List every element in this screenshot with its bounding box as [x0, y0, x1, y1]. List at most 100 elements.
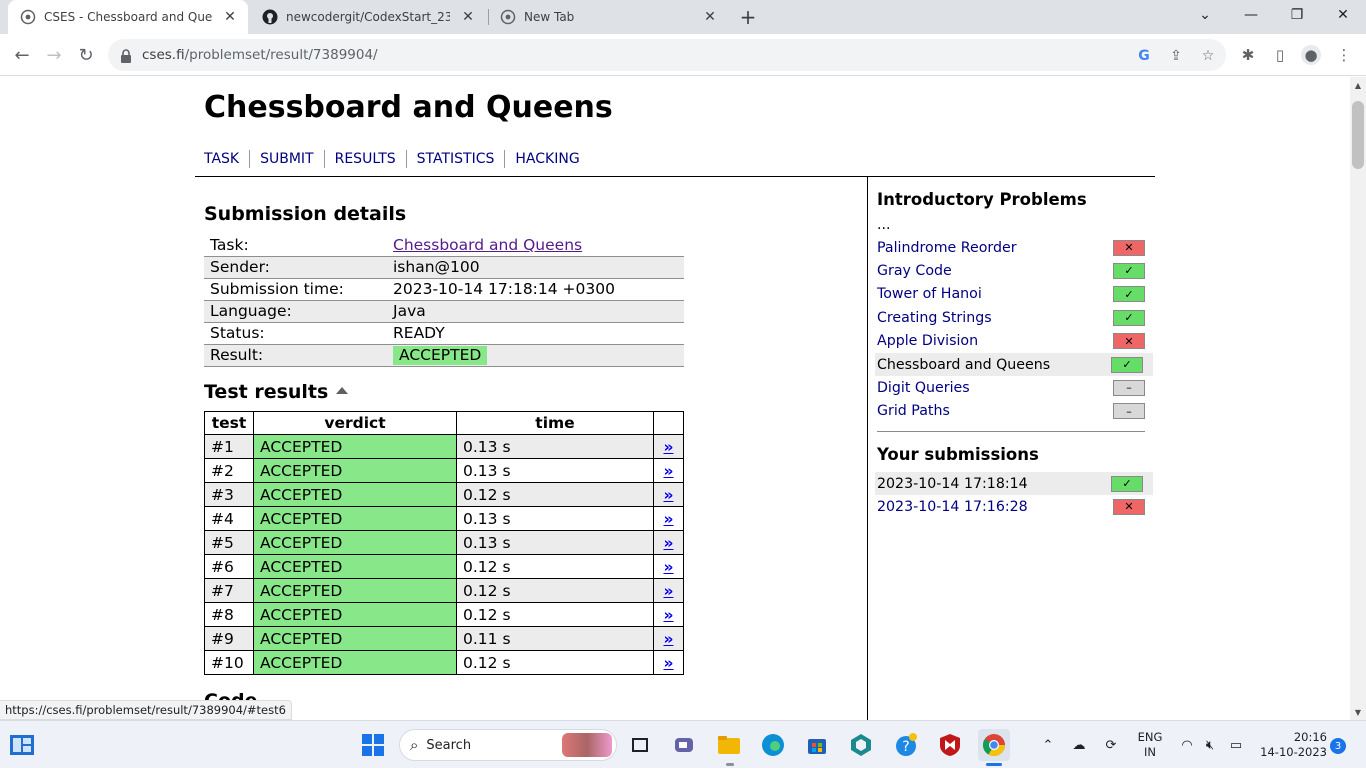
side-panel-icon[interactable]: ▯: [1270, 45, 1290, 65]
test-verdict: ACCEPTED: [253, 506, 457, 531]
reload-button[interactable]: ↻: [72, 41, 100, 69]
start-windows-icon[interactable]: [359, 731, 387, 759]
edge-icon[interactable]: [759, 731, 787, 759]
problem-name[interactable]: Palindrome Reorder: [877, 240, 1113, 256]
test-details-link[interactable]: »: [653, 650, 684, 675]
nav-statistics[interactable]: STATISTICS: [405, 150, 505, 168]
test-details-link[interactable]: »: [653, 554, 684, 579]
tab-cses[interactable]: CSES - Chessboard and Queens ✕: [8, 0, 248, 34]
sidebar-submission-item[interactable]: 2023-10-14 17:18:14 ✓: [875, 472, 1153, 495]
sidebar-problem-item[interactable]: Gray Code ✓: [877, 259, 1155, 282]
profile-avatar-icon[interactable]: ●: [1301, 45, 1321, 65]
dash-icon: –: [1113, 379, 1145, 396]
collapse-triangle-icon[interactable]: [336, 387, 349, 394]
system-clock[interactable]: 20:16 14-10-2023: [1255, 730, 1327, 760]
lang-line2: IN: [1144, 745, 1156, 759]
minimize-button[interactable]: —: [1228, 0, 1274, 30]
tab-close-icon[interactable]: ✕: [700, 7, 720, 27]
submission-time[interactable]: 2023-10-14 17:16:28: [877, 499, 1113, 515]
forward-button[interactable]: →: [40, 41, 68, 69]
sidebar-problem-item[interactable]: Chessboard and Queens ✓: [875, 353, 1153, 376]
test-details-link[interactable]: »: [653, 434, 684, 459]
sidebar-problem-item[interactable]: Creating Strings ✓: [877, 306, 1155, 329]
tab-newtab[interactable]: New Tab ✕: [488, 0, 728, 34]
test-details-link[interactable]: »: [653, 578, 684, 603]
page-scrollbar[interactable]: ▲ ▼: [1350, 77, 1366, 720]
tab-close-icon[interactable]: ✕: [458, 7, 478, 27]
tab-close-icon[interactable]: ✕: [220, 7, 240, 27]
bookmark-star-icon[interactable]: ☆: [1199, 47, 1217, 65]
sidebar-problem-item[interactable]: Palindrome Reorder ✕: [877, 236, 1155, 259]
extensions-puzzle-icon[interactable]: ✱: [1238, 45, 1258, 65]
nav-hacking[interactable]: HACKING: [504, 150, 589, 168]
nav-results[interactable]: RESULTS: [323, 150, 406, 168]
chrome-taskbar-icon[interactable]: [978, 729, 1010, 761]
test-details-link[interactable]: »: [653, 482, 684, 507]
tray-chevron-up-icon[interactable]: ⌃: [1037, 721, 1059, 769]
share-icon[interactable]: ⇪: [1167, 47, 1185, 65]
test-results-heading[interactable]: Test results: [204, 381, 349, 403]
test-details-link[interactable]: »: [653, 506, 684, 531]
test-number: #3: [204, 482, 254, 507]
scroll-thumb[interactable]: [1352, 101, 1364, 169]
sidebar-problem-item[interactable]: Grid Paths –: [877, 400, 1155, 423]
sidebar-problem-item[interactable]: Digit Queries –: [877, 376, 1155, 399]
tab-strip: CSES - Chessboard and Queens ✕ newcoderg…: [0, 0, 1366, 34]
teams-chat-icon[interactable]: [670, 731, 698, 759]
tab-github[interactable]: newcodergit/CodexStart_234101 ✕: [250, 0, 486, 34]
scroll-down-arrow-icon[interactable]: ▼: [1350, 704, 1366, 720]
test-details-link[interactable]: »: [653, 602, 684, 627]
test-number: #10: [204, 650, 254, 675]
app-hexagon-icon[interactable]: [847, 731, 875, 759]
mcafee-icon[interactable]: [936, 731, 964, 759]
lock-icon[interactable]: [120, 48, 132, 67]
problem-name[interactable]: Tower of Hanoi: [877, 286, 1113, 302]
test-details-link[interactable]: »: [653, 626, 684, 651]
problem-name[interactable]: Gray Code: [877, 263, 1113, 279]
problem-name[interactable]: Grid Paths: [877, 403, 1113, 419]
task-link[interactable]: Chessboard and Queens: [393, 236, 582, 254]
sidebar-problem-item[interactable]: Tower of Hanoi ✓: [877, 283, 1155, 306]
dash-icon: –: [1113, 403, 1145, 420]
close-window-button[interactable]: ✕: [1320, 0, 1366, 30]
tab-search-chevron-icon[interactable]: ⌄: [1182, 0, 1228, 30]
test-verdict: ACCEPTED: [253, 530, 457, 555]
test-details-link[interactable]: »: [653, 458, 684, 483]
taskbar: ⌕ Search ? ⌃ ☁ ⟳ ENG IN ◠ 🔇︎ ▭ 20:16 14-10…: [0, 720, 1366, 768]
back-button[interactable]: ←: [8, 41, 36, 69]
new-tab-button[interactable]: +: [736, 5, 760, 29]
problem-name[interactable]: Creating Strings: [877, 310, 1113, 326]
test-details-link[interactable]: »: [653, 530, 684, 555]
battery-icon[interactable]: ▭: [1225, 721, 1247, 769]
nav-submit[interactable]: SUBMIT: [249, 150, 324, 168]
file-explorer-icon[interactable]: [715, 731, 743, 759]
test-verdict: ACCEPTED: [253, 650, 457, 675]
address-bar[interactable]: cses.fi/problemset/result/7389904/ G ⇪ ☆: [108, 39, 1226, 71]
store-icon[interactable]: [803, 731, 831, 759]
url-text[interactable]: cses.fi/problemset/result/7389904/: [142, 47, 378, 63]
google-translate-icon[interactable]: G: [1135, 47, 1153, 65]
details-key: Sender:: [204, 256, 387, 279]
nav-task[interactable]: TASK: [204, 150, 249, 168]
taskbar-search[interactable]: ⌕ Search: [399, 729, 617, 761]
task-view-icon[interactable]: [626, 731, 654, 759]
wifi-icon[interactable]: ◠: [1177, 721, 1197, 769]
restore-button[interactable]: ❐: [1274, 0, 1320, 30]
sidebar-problem-item[interactable]: Apple Division ✕: [877, 330, 1155, 353]
test-time: 0.12 s: [456, 554, 654, 579]
chrome-icon: [500, 9, 516, 25]
menu-kebab-icon[interactable]: ⋮: [1334, 45, 1354, 65]
problem-name[interactable]: Apple Division: [877, 333, 1113, 349]
check-icon: ✓: [1113, 262, 1145, 279]
cross-icon: ✕: [1113, 239, 1145, 256]
scroll-up-arrow-icon[interactable]: ▲: [1350, 77, 1366, 93]
sidebar-submission-item[interactable]: 2023-10-14 17:16:28 ✕: [877, 495, 1155, 518]
sync-icon[interactable]: ⟳: [1100, 721, 1122, 769]
help-icon[interactable]: ?: [892, 731, 920, 759]
notification-badge[interactable]: 3: [1330, 738, 1346, 754]
problem-name[interactable]: Digit Queries: [877, 380, 1113, 396]
widgets-icon[interactable]: [8, 731, 36, 759]
onedrive-cloud-icon[interactable]: ☁: [1068, 721, 1090, 769]
language-indicator[interactable]: ENG IN: [1133, 730, 1167, 760]
volume-muted-icon[interactable]: 🔇︎: [1200, 721, 1220, 769]
